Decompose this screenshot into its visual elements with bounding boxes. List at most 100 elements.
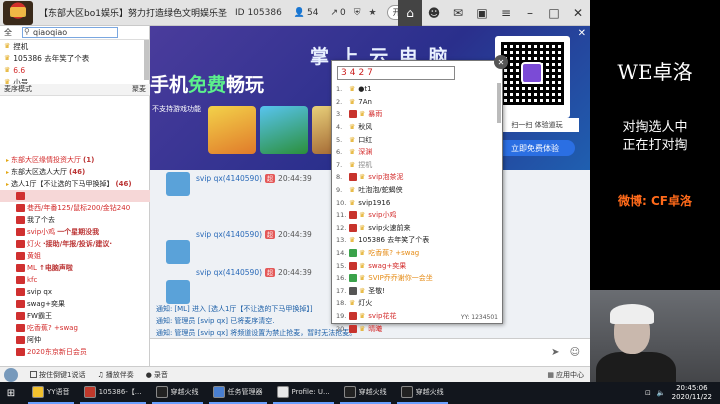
- channel-member[interactable]: svip小鸡 一个星期没我: [0, 226, 150, 238]
- channel-member[interactable]: 灯火 ·接助/年报/投诉/建议·: [0, 238, 150, 250]
- role-badge-icon: [16, 264, 25, 272]
- crown-icon: ♛: [359, 211, 366, 220]
- crown-icon: ♛: [349, 299, 356, 308]
- search-result-item[interactable]: 17. ♛ 圣敬!: [336, 285, 500, 298]
- count-label: ↑电脑声啦: [38, 264, 73, 272]
- channel-item[interactable]: ▸ 选人1厅【不让选的下马甲换掉】 (46): [0, 178, 150, 190]
- channel-member[interactable]: swag+奕果: [0, 298, 150, 310]
- network-icon[interactable]: ⊡: [645, 389, 651, 397]
- channel-member[interactable]: 黄姐: [0, 250, 150, 262]
- search-result-item[interactable]: 8. ♛ svip泡茶泥: [336, 171, 500, 184]
- maximize-icon[interactable]: □: [542, 0, 566, 26]
- role-badge-icon: [349, 223, 357, 232]
- search-result-item[interactable]: 9. ♛ 吐泡泡/蛇蝎侠: [336, 184, 500, 197]
- channel-item[interactable]: ▸ 东部大区缘情投资大厅 (1): [0, 154, 150, 166]
- message-header: svip qx(4140590) 超 20:44:39: [196, 230, 312, 239]
- role-badge-icon: [16, 276, 25, 284]
- online-count: 👤 54: [293, 7, 319, 18]
- channel-item[interactable]: ▸ 东部大区选人大厅 (46): [0, 166, 150, 178]
- voice-toolbar: 按住倒键1说话 ♫ 播放伴奏 ● 录音 ▦ 应用中心: [0, 366, 590, 382]
- search-result-item[interactable]: 14. ♛ 吃香蕉? +swag: [336, 247, 500, 260]
- mic-queue-item[interactable]: ♛ 6.6: [0, 64, 149, 76]
- contacts-icon[interactable]: ☻: [422, 0, 446, 26]
- search-result-item[interactable]: 13. ♛ 105386 去年笑了个表: [336, 234, 500, 247]
- taskbar-app[interactable]: Profile: U...: [272, 382, 334, 404]
- close-icon[interactable]: ✕: [566, 0, 590, 26]
- free-trial-button[interactable]: 立即免费体验: [495, 140, 575, 156]
- search-result-item[interactable]: 18. ♛ 灯火: [336, 297, 500, 310]
- search-result-item[interactable]: 16. ♛ SVIP乔乔谢你一会坐: [336, 272, 500, 285]
- popup-search-input[interactable]: 3427: [337, 66, 455, 80]
- channel-member[interactable]: 吃香蕉? +swag: [0, 322, 150, 334]
- crown-icon: ♛: [359, 311, 366, 320]
- channel-member[interactable]: 巷西/年番125/鼠标200/金钻240: [0, 202, 150, 214]
- search-result-item[interactable]: 2. ♛ 7An: [336, 96, 500, 109]
- app-icon: [155, 386, 168, 398]
- channel-member[interactable]: 我了个去: [0, 214, 150, 226]
- windows-start-icon[interactable]: ⊞: [0, 382, 22, 404]
- taskbar-app[interactable]: 105386-【...: [79, 382, 146, 404]
- taskbar-app[interactable]: YY语音: [28, 382, 74, 404]
- role-badge-icon: [16, 300, 25, 308]
- play-accompaniment[interactable]: ♫ 播放伴奏: [97, 370, 133, 380]
- record-button[interactable]: ● 录音: [146, 370, 168, 380]
- mic-queue-item[interactable]: ♛ 105386 去年笑了个表: [0, 52, 149, 64]
- taskbar-app[interactable]: 穿越火线: [151, 382, 203, 404]
- checkbox-icon: [30, 371, 37, 378]
- volume-icon[interactable]: 🔈: [657, 389, 666, 397]
- app-icon: [83, 386, 96, 398]
- crown-icon: ♛: [4, 54, 11, 62]
- channel-member[interactable]: svip qx: [0, 286, 150, 298]
- channel-member[interactable]: ML ↑电脑声啦: [0, 262, 150, 274]
- role-badge-icon: [349, 311, 357, 320]
- mic-queue-item[interactable]: ♛ 捏机: [0, 40, 149, 52]
- minimize-icon[interactable]: –: [518, 0, 542, 26]
- search-result-item[interactable]: 7. ♛ 捏机: [336, 159, 500, 172]
- clock[interactable]: 20:45:06 2020/11/22: [672, 384, 712, 402]
- search-result-item[interactable]: 4. ♛ 秋风: [336, 121, 500, 134]
- channel-member[interactable]: [0, 190, 150, 202]
- channel-member[interactable]: 2020东京新日会员: [0, 346, 150, 358]
- shield-icon[interactable]: ⛨: [354, 8, 361, 18]
- search-result-item[interactable]: 10. ♛ svip1916: [336, 196, 500, 209]
- share-count[interactable]: ↗ 0: [330, 8, 345, 18]
- search-result-item[interactable]: 12. ♛ svip火速前来: [336, 222, 500, 235]
- music-icon: ♫: [97, 370, 104, 379]
- crown-icon: ♛: [349, 85, 356, 94]
- search-result-item[interactable]: 6. ♛ 深渊: [336, 146, 500, 159]
- star-icon[interactable]: ★: [369, 8, 377, 18]
- search-scope[interactable]: 全: [4, 27, 12, 38]
- home-icon[interactable]: ⌂: [398, 0, 422, 26]
- status-line: 正在打对掏: [622, 138, 688, 153]
- taskbar-app[interactable]: 穿越火线: [396, 382, 448, 404]
- channel-member[interactable]: FW霸王: [0, 310, 150, 322]
- mail-icon[interactable]: ✉: [446, 0, 470, 26]
- skin-icon[interactable]: ▣: [470, 0, 494, 26]
- send-icon[interactable]: ➤: [551, 347, 559, 358]
- channel-member[interactable]: 阿仲: [0, 334, 150, 346]
- chat-input[interactable]: ➤ ☺: [150, 338, 590, 366]
- taskbar-app[interactable]: 穿越火线: [339, 382, 391, 404]
- app-icon: [400, 386, 413, 398]
- channel-member[interactable]: kfc: [0, 274, 150, 286]
- search-result-item[interactable]: 15. ♛ swag+奕果: [336, 259, 500, 272]
- banner-close-icon[interactable]: ✕: [578, 28, 586, 39]
- crown-icon: ♛: [349, 135, 356, 144]
- avatar[interactable]: [4, 367, 18, 382]
- taskbar-app[interactable]: 任务管理器: [208, 382, 267, 404]
- search-result-item[interactable]: 11. ♛ svip小鸡: [336, 209, 500, 222]
- search-result-item[interactable]: 1. ♛ ●t1: [336, 83, 500, 96]
- sidebar-scrollbar[interactable]: [144, 40, 149, 80]
- menu-icon[interactable]: ≡: [494, 0, 518, 26]
- search-result-item[interactable]: 20. ♛ 晴曦: [336, 322, 500, 335]
- emoji-icon[interactable]: ☺: [570, 347, 580, 358]
- app-center[interactable]: ▦ 应用中心: [547, 370, 584, 380]
- popup-close-icon[interactable]: ✕: [494, 55, 508, 69]
- member-search-input[interactable]: ⚲ qiaoqiao: [22, 27, 118, 38]
- role-badge-icon: [16, 228, 25, 236]
- push-to-talk[interactable]: 按住倒键1说话: [30, 370, 85, 380]
- search-result-item[interactable]: 3. ♛ 暴雨: [336, 108, 500, 121]
- search-result-item[interactable]: 5. ♛ 口红: [336, 133, 500, 146]
- role-badge-icon: [349, 274, 357, 283]
- mic-mode-toggle[interactable]: 聚麦: [132, 84, 146, 95]
